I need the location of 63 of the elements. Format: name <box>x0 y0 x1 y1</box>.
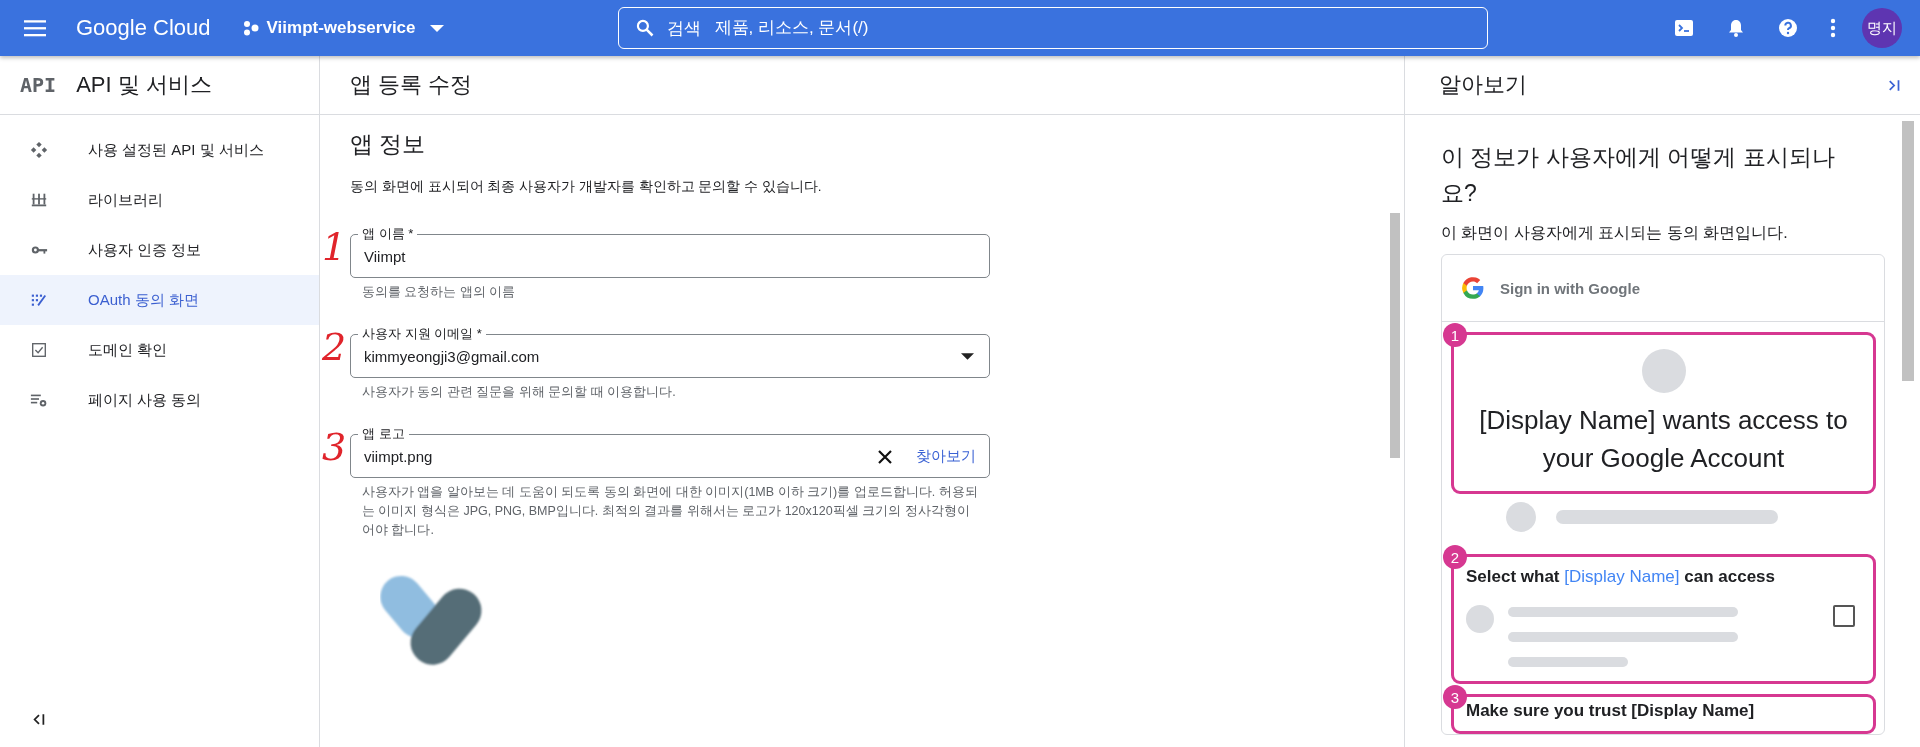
project-selector[interactable]: Viimpt-webservice <box>238 14 448 42</box>
project-icon <box>242 20 259 36</box>
sidebar-item[interactable]: 사용자 인증 정보 <box>0 225 319 275</box>
sidebar-title: API 및 서비스 <box>76 71 212 99</box>
google-g-icon <box>1460 275 1486 301</box>
step-number-badge: 2 <box>1443 545 1467 569</box>
field-hint: 사용자가 동의 관련 질문을 위해 문의할 때 이용합니다. <box>362 384 677 401</box>
scrollbar[interactable] <box>1390 213 1400 458</box>
bell-icon[interactable] <box>1726 18 1746 38</box>
close-icon[interactable] <box>878 449 892 464</box>
input-field[interactable]: 앱 로고 viimpt.png 찾아보기 <box>350 426 990 478</box>
page-title: 앱 등록 수정 <box>350 71 473 99</box>
field-hint: 동의를 요청하는 앱의 이름 <box>362 284 517 301</box>
section-description: 동의 화면에 표시되어 최종 사용자가 개발자를 확인하고 문의할 수 있습니다. <box>350 178 823 196</box>
field-hint: 사용자가 앱을 알아보는 데 도움이 되도록 동의 화면에 대한 이미지(1MB 이하 크기)를 업로드합니다. 허용되는 이미지 형식은 JPG, PNG, BMP입니다. 최적의 결과를 위해서는 로고가 120x120픽셀 크기의 정사각형이어야 합니다. <box>362 484 979 539</box>
dropdown-arrow-icon[interactable] <box>961 353 974 360</box>
field-label: 사용자 지원 이메일 * <box>358 326 486 342</box>
step-number-badge: 3 <box>1443 685 1467 709</box>
sidebar-item[interactable]: 페이지 사용 동의 <box>0 375 319 425</box>
collapse-icon[interactable] <box>32 713 46 726</box>
field-value: kimmyeongji3@gmail.com <box>364 348 541 365</box>
sidebar-item[interactable]: 사용 설정된 API 및 서비스 <box>0 125 319 175</box>
user-avatar[interactable]: 명지 <box>1862 8 1902 48</box>
sidebar-item[interactable]: 도메인 확인 <box>0 325 319 375</box>
menu-icon[interactable] <box>24 19 46 37</box>
brand-logo[interactable]: Google Cloud <box>76 15 211 41</box>
scrollbar[interactable] <box>1902 121 1914 381</box>
handwritten-number: 1 <box>322 228 347 266</box>
diamond-dots-icon <box>30 141 48 159</box>
search-input[interactable]: 제품, 리소스, 문서(/) <box>712 17 1471 39</box>
help-icon[interactable] <box>1778 18 1798 38</box>
terminal-icon[interactable] <box>1674 18 1694 38</box>
field-label: 앱 이름 * <box>358 226 418 242</box>
library-icon <box>30 191 48 209</box>
search-icon <box>634 18 655 38</box>
panel-title: 알아보기 <box>1439 71 1527 99</box>
panel-description: 이 화면이 사용자에게 표시되는 동의 화면입니다. <box>1441 223 1789 243</box>
collapse-panel-icon[interactable] <box>1888 78 1902 92</box>
section-title: 앱 정보 <box>350 130 427 159</box>
search-field[interactable]: 검색 제품, 리소스, 문서(/) <box>617 7 1488 49</box>
panel-heading: 이 정보가 사용자에게 어떻게 표시되나요? <box>1441 143 1836 208</box>
input-field[interactable]: 앱 이름 * Viimpt <box>350 226 990 278</box>
handwritten-number: 2 <box>322 328 347 366</box>
preview-header-text: Sign in with Google <box>1500 279 1640 297</box>
checkbox-icon <box>30 341 48 359</box>
field-value: viimpt.png <box>364 448 434 465</box>
consent-title: [Display Name] wants access to your Google Account <box>1478 404 1849 475</box>
sidebar-item[interactable]: OAuth 동의 화면 <box>0 275 319 325</box>
more-icon[interactable] <box>1830 18 1836 38</box>
caret-icon <box>429 24 444 32</box>
trust-heading: Make sure you trust [Display Name] <box>1466 701 1756 721</box>
placeholder-circle-icon <box>1466 605 1494 633</box>
search-label: 검색 <box>666 17 701 40</box>
handwritten-number: 3 <box>322 428 347 466</box>
field-value: Viimpt <box>364 248 407 265</box>
avatar-placeholder-icon <box>1641 349 1686 393</box>
field-label: 앱 로고 <box>358 426 409 442</box>
api-logo: API <box>20 73 57 97</box>
scope-heading: Select what [Display Name] can access <box>1466 567 1776 587</box>
input-field[interactable]: 사용자 지원 이메일 * kimmyeongji3@gmail.com <box>350 326 990 378</box>
browse-button[interactable]: 찾아보기 <box>916 443 976 470</box>
step-number-badge: 1 <box>1443 323 1467 347</box>
sidebar-item[interactable]: 라이브러리 <box>0 175 319 225</box>
